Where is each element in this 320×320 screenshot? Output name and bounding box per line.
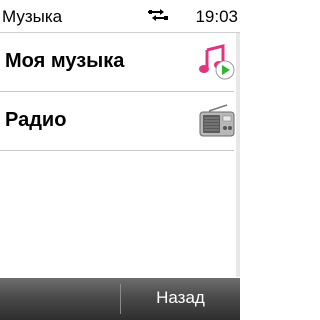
softkey-bar: Назад bbox=[0, 278, 240, 320]
music-library-icon bbox=[199, 44, 235, 80]
list-item-label: Моя музыка bbox=[5, 50, 125, 72]
usb-icon bbox=[148, 9, 168, 21]
app-title: Музыка bbox=[2, 7, 63, 26]
list-item-my-music[interactable]: Моя музыка bbox=[0, 33, 240, 91]
list-divider bbox=[0, 150, 234, 151]
list-item-label: Радио bbox=[5, 109, 67, 131]
back-button[interactable]: Назад bbox=[121, 278, 240, 320]
radio-icon bbox=[199, 104, 235, 137]
status-bar: Музыка 19:03 bbox=[0, 0, 240, 32]
clock: 19:03 bbox=[195, 7, 238, 26]
left-softkey[interactable] bbox=[0, 278, 120, 320]
list-item-radio[interactable]: Радио bbox=[0, 92, 240, 150]
scrollbar[interactable] bbox=[236, 33, 240, 277]
